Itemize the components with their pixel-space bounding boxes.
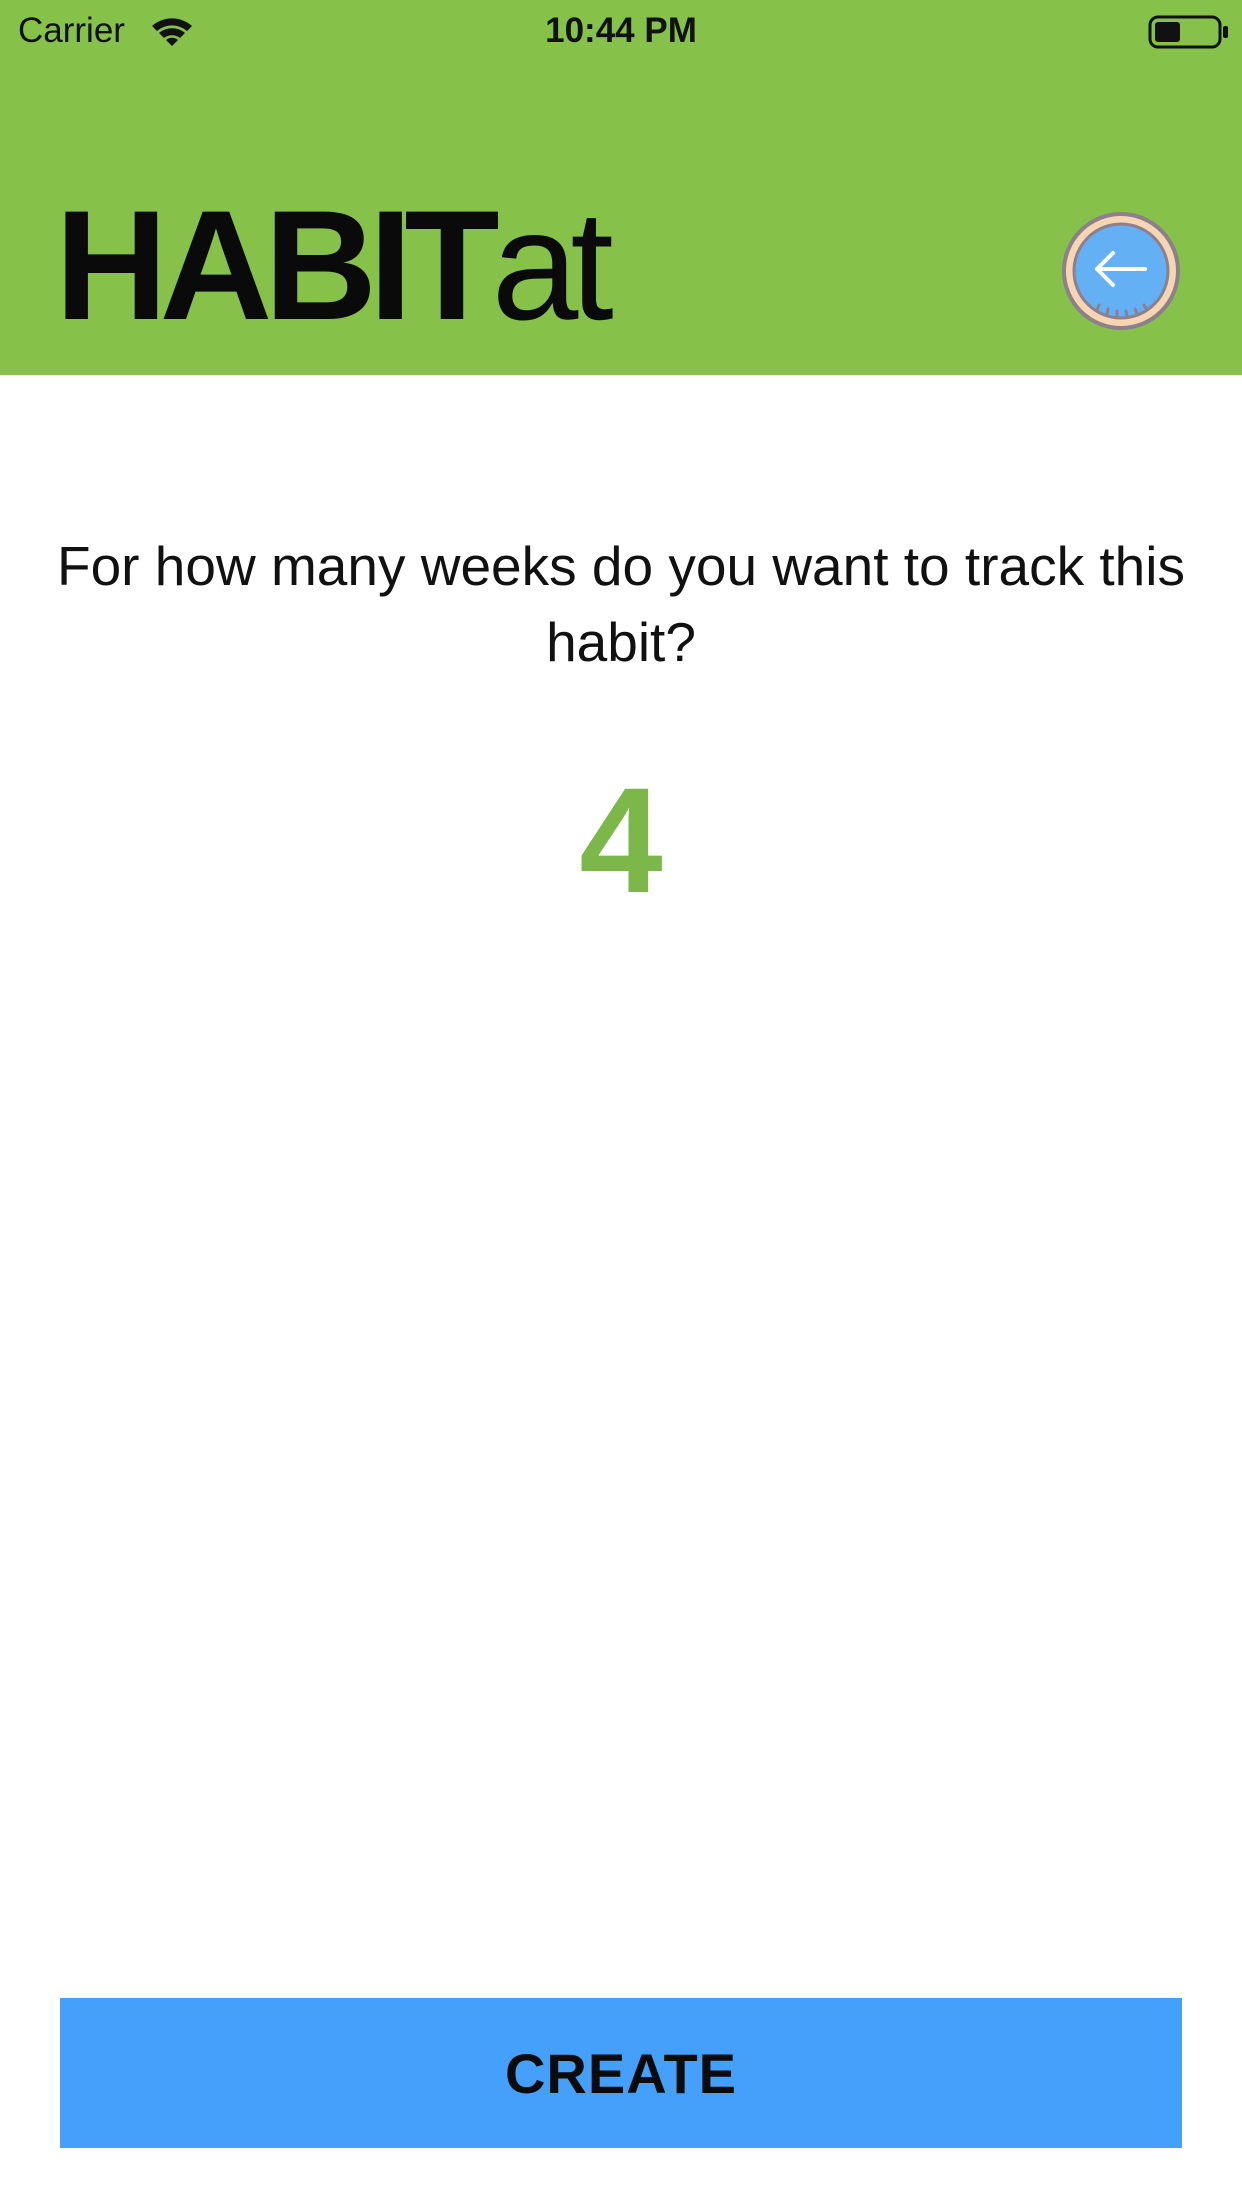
logo-habit-text: HABIT bbox=[55, 179, 500, 353]
status-time: 10:44 PM bbox=[545, 11, 697, 50]
logo-at-text: at bbox=[491, 179, 614, 353]
status-bar: Carrier 10:44 PM bbox=[0, 0, 1242, 62]
weeks-question: For how many weeks do you want to track … bbox=[57, 535, 1185, 673]
back-button[interactable] bbox=[1061, 211, 1181, 331]
create-button[interactable]: CREATE bbox=[60, 1998, 1182, 2148]
back-arrow-icon bbox=[1062, 212, 1180, 330]
app-logo: HABITat bbox=[55, 186, 614, 346]
app-header: Carrier 10:44 PM HABITat bbox=[0, 0, 1242, 375]
battery-icon bbox=[1148, 15, 1228, 49]
weeks-value[interactable]: 4 bbox=[0, 755, 1242, 925]
create-button-label: CREATE bbox=[504, 2041, 738, 2105]
app-screen: Carrier 10:44 PM HABITat For how many we… bbox=[0, 0, 1242, 2208]
